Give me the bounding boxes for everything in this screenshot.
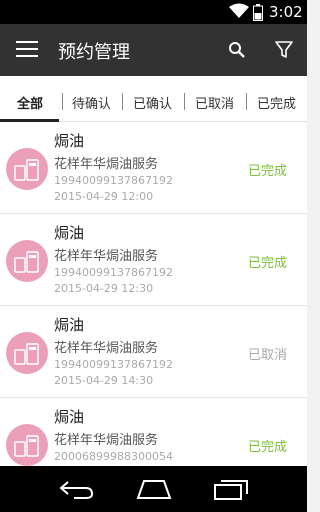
tab-divider — [184, 93, 185, 110]
tab-completed[interactable]: 已完成 — [257, 93, 296, 112]
tab-confirmed[interactable]: 已确认 — [133, 93, 172, 112]
order-datetime: 2015-04-29 12:00 — [54, 190, 154, 203]
hair-product-icon — [14, 435, 39, 457]
order-name: 焗油 — [54, 316, 85, 334]
hair-product-icon — [14, 251, 39, 273]
status-badge: 已完成 — [248, 164, 288, 179]
service-avatar — [6, 148, 48, 190]
order-item[interactable]: 焗油 花样年华焗油服务 19940099137867192 2015-04-29… — [0, 306, 307, 398]
order-name: 焗油 — [54, 408, 85, 426]
clock: 3:02 — [269, 3, 303, 21]
order-number: 19940099137867192 — [54, 358, 173, 371]
order-item[interactable]: 焗油 花样年华焗油服务 20006899988300054 已完成 — [0, 398, 307, 466]
status-tabs: 全部 待确认 已确认 已取消 已完成 — [0, 76, 307, 122]
order-service: 花样年华焗油服务 — [54, 157, 159, 172]
order-service: 花样年华焗油服务 — [54, 249, 159, 264]
back-icon[interactable] — [58, 478, 94, 500]
app-bar: 预约管理 — [0, 24, 307, 76]
tab-divider — [62, 93, 63, 110]
page-title: 预约管理 — [58, 42, 130, 63]
order-service: 花样年华焗油服务 — [54, 433, 159, 448]
service-avatar — [6, 332, 48, 374]
order-service: 花样年华焗油服务 — [54, 341, 159, 356]
status-badge: 已完成 — [248, 440, 288, 455]
tab-cancelled[interactable]: 已取消 — [195, 93, 234, 112]
tab-pending[interactable]: 待确认 — [72, 93, 111, 112]
battery-icon — [253, 4, 263, 21]
menu-icon[interactable] — [16, 41, 38, 59]
order-datetime: 2015-04-29 14:30 — [54, 374, 154, 387]
order-number: 19940099137867192 — [54, 174, 173, 187]
order-datetime: 2015-04-29 12:30 — [54, 282, 154, 295]
tab-divider — [122, 93, 123, 110]
order-item[interactable]: 焗油 花样年华焗油服务 19940099137867192 2015-04-29… — [0, 122, 307, 214]
service-avatar — [6, 240, 48, 282]
wifi-icon — [229, 3, 249, 18]
order-number: 20006899988300054 — [54, 450, 173, 463]
order-name: 焗油 — [54, 224, 85, 242]
system-nav-bar — [0, 466, 307, 512]
recents-icon[interactable] — [213, 478, 249, 500]
filter-icon[interactable] — [275, 41, 293, 59]
service-avatar — [6, 424, 48, 466]
order-name: 焗油 — [54, 132, 85, 150]
status-badge: 已取消 — [248, 348, 288, 363]
order-list: 焗油 花样年华焗油服务 19940099137867192 2015-04-29… — [0, 122, 307, 466]
status-badge: 已完成 — [248, 256, 288, 271]
tab-divider — [246, 93, 247, 110]
status-bar: 3:02 — [0, 0, 307, 24]
home-icon[interactable] — [136, 478, 172, 500]
order-item[interactable]: 焗油 花样年华焗油服务 19940099137867192 2015-04-29… — [0, 214, 307, 306]
search-icon[interactable] — [228, 41, 246, 59]
hair-product-icon — [14, 343, 39, 365]
hair-product-icon — [14, 159, 39, 181]
tab-all[interactable]: 全部 — [17, 93, 43, 112]
order-number: 19940099137867192 — [54, 266, 173, 279]
